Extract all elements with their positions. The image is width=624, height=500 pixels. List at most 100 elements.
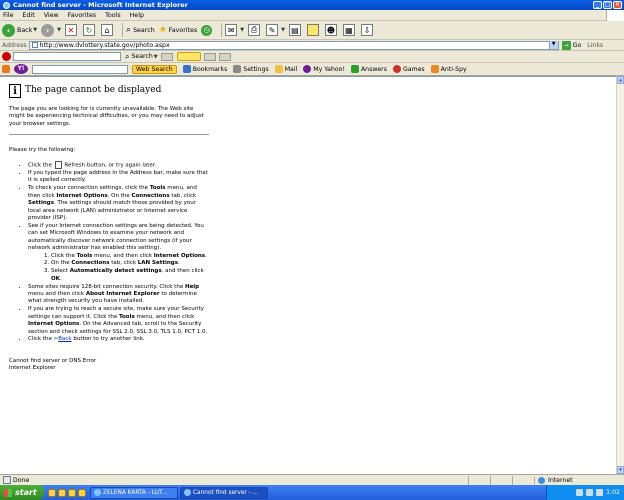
address-input[interactable]: http://www.dvlottery.state.gov/photo.asp…: [28, 40, 559, 50]
refresh-icon: ↻: [83, 24, 96, 36]
menu-view[interactable]: View: [44, 12, 59, 19]
step-bold: Connections: [71, 260, 110, 267]
step-text: tab, click: [109, 260, 138, 267]
address-dropdown-button[interactable]: ▼: [548, 41, 558, 49]
taskbar-item[interactable]: ZELENA KARTA - LUT...: [90, 486, 178, 499]
yahoo-my-yahoo-button[interactable]: My Yahoo!: [303, 65, 345, 73]
toolbar-divider: [221, 23, 223, 37]
yahoo-anti-spy-button[interactable]: Anti-Spy: [430, 65, 467, 73]
clock[interactable]: 1:02: [606, 489, 620, 496]
minimize-button[interactable]: _: [593, 1, 602, 9]
pencil-button[interactable]: [218, 52, 231, 61]
menu-edit[interactable]: Edit: [23, 12, 35, 19]
stop-icon: ✕: [65, 24, 78, 36]
quick-launch-icon[interactable]: [68, 488, 76, 497]
taskbar-item-label: Cannot find server - ...: [193, 489, 259, 496]
menu-file[interactable]: File: [3, 12, 14, 19]
vertical-scrollbar[interactable]: ▲ ▼: [616, 76, 624, 474]
discuss-button[interactable]: ▤: [288, 24, 303, 36]
toolbar-option-button[interactable]: [203, 52, 216, 61]
step-text: On the: [51, 260, 72, 267]
scroll-down-button[interactable]: ▼: [617, 466, 624, 474]
step-text: Refresh button, or try again later.: [64, 162, 157, 169]
page-viewport: i The page cannot be displayed The page …: [0, 76, 616, 474]
list-item: See if your Internet connection settings…: [28, 223, 209, 283]
step-bold: Connections: [131, 192, 170, 199]
menu-help[interactable]: Help: [130, 12, 144, 19]
settings-icon: [233, 65, 242, 73]
divider: [9, 134, 209, 136]
favorites-button[interactable]: ★ Favorites: [159, 25, 198, 35]
edit-icon: ✎: [266, 24, 279, 36]
refresh-button[interactable]: ↻: [83, 24, 97, 36]
tray-icon[interactable]: [596, 489, 604, 496]
yahoo-answers-button[interactable]: Answers: [350, 65, 387, 73]
go-button[interactable]: → Go: [561, 40, 582, 50]
home-button[interactable]: ⌂: [101, 24, 115, 36]
yahoo-search-input[interactable]: [32, 64, 128, 74]
toolbar-search-button[interactable]: ⌕ Search ▼: [125, 52, 158, 62]
info-icon: i: [9, 84, 21, 98]
address-url[interactable]: http://www.dvlottery.state.gov/photo.asp…: [40, 42, 549, 49]
tray-icon[interactable]: [576, 489, 584, 496]
toolbar-search-input[interactable]: [13, 52, 121, 61]
search-button[interactable]: ⌕ Search: [126, 25, 155, 35]
print-button[interactable]: ⎙: [248, 24, 262, 36]
yahoo-bookmarks-button[interactable]: Bookmarks: [182, 65, 227, 73]
toolbar-option-button[interactable]: [160, 52, 173, 61]
menu-favorites[interactable]: Favorites: [68, 12, 96, 19]
print-icon: ⎙: [248, 24, 261, 36]
menu-tools[interactable]: Tools: [105, 12, 121, 19]
maximize-button[interactable]: □: [603, 1, 612, 9]
error-page: i The page cannot be displayed The page …: [9, 84, 209, 373]
step-bold: Settings: [28, 200, 54, 207]
history-button[interactable]: ◷: [201, 24, 214, 36]
stop-button[interactable]: ✕: [65, 24, 79, 36]
download-button[interactable]: ⇩: [360, 24, 375, 36]
chevron-down-icon: ▼: [33, 27, 38, 33]
research-button[interactable]: ▦: [342, 24, 357, 36]
yahoo-web-search-button[interactable]: Web Search: [132, 64, 177, 74]
quick-launch-icon[interactable]: [58, 488, 66, 497]
yahoo-settings-button[interactable]: Settings: [233, 65, 269, 73]
page-icon: [31, 42, 38, 48]
back-label: Back: [17, 26, 33, 34]
tray-icon[interactable]: [586, 489, 594, 496]
yahoo-games-button[interactable]: Games: [392, 65, 425, 73]
go-label: Go: [572, 41, 582, 49]
menu-bar: File Edit View Favorites Tools Help: [0, 10, 624, 21]
back-button[interactable]: ‹ Back ▼: [2, 23, 38, 37]
ie-logo-icon: [3, 1, 10, 9]
toolbar-logo-icon[interactable]: [2, 52, 11, 61]
quick-launch: [48, 488, 86, 497]
yahoo-mail-button[interactable]: Mail: [274, 65, 297, 73]
edit-button[interactable]: ✎ ▼: [266, 24, 285, 36]
page-icon: [3, 476, 11, 484]
favorites-label: Favorites: [168, 26, 198, 34]
yahoo-logo-icon[interactable]: Y!: [14, 64, 28, 74]
links-button[interactable]: Links: [587, 42, 603, 49]
smiley-button[interactable]: [176, 52, 201, 61]
quick-launch-icon[interactable]: [48, 488, 56, 497]
try-heading: Please try the following:: [9, 147, 76, 154]
sub-steps: Click the Tools menu, and then click Int…: [28, 253, 209, 284]
quick-launch-icon[interactable]: [78, 488, 86, 497]
messenger-button[interactable]: ☻: [324, 24, 339, 36]
list-item: Click the ⇦Back button to try another li…: [28, 336, 209, 343]
toolbar-divider: [122, 23, 124, 37]
forward-arrow-icon: ›: [41, 23, 55, 37]
start-button[interactable]: start: [0, 485, 44, 500]
forward-button[interactable]: › ▼: [41, 23, 61, 37]
step-text: Select: [51, 268, 70, 275]
taskbar-item-active[interactable]: Cannot find server - ...: [180, 486, 268, 499]
mail-button[interactable]: ✉ ▼: [225, 24, 244, 36]
search-label: Search: [133, 26, 155, 34]
scroll-up-button[interactable]: ▲: [617, 76, 624, 84]
sub-step: Select Automatically detect settings, an…: [51, 268, 209, 283]
back-link[interactable]: Back: [58, 336, 71, 342]
note-button[interactable]: [306, 24, 321, 36]
yahoo-settings-label: Settings: [243, 65, 269, 73]
close-button[interactable]: ×: [613, 1, 622, 9]
step-text: button to try another link.: [71, 336, 145, 343]
start-label: start: [15, 488, 37, 497]
